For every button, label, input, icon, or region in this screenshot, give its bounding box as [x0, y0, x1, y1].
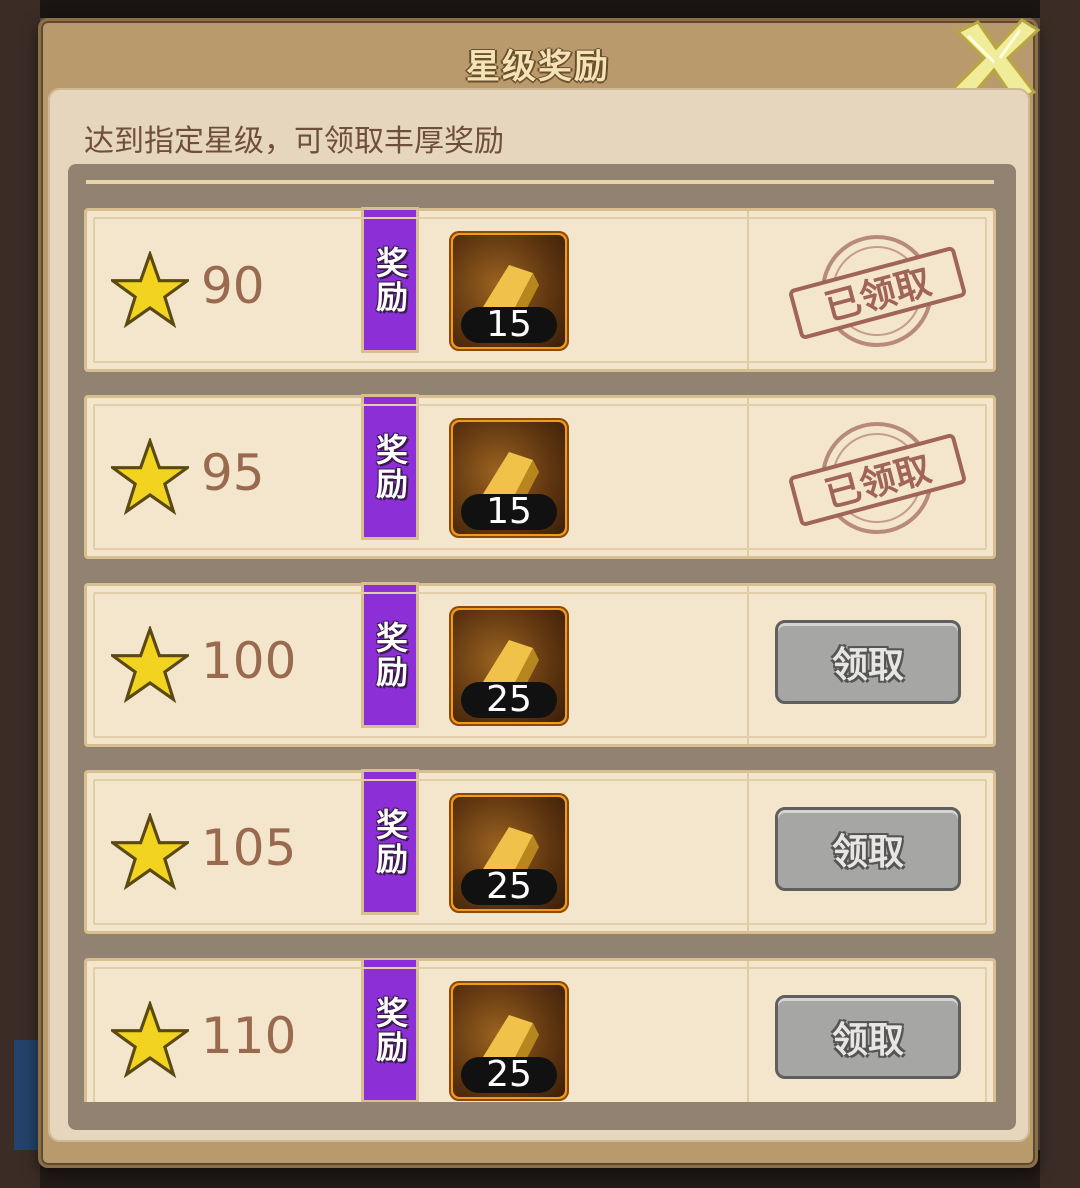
column-divider — [747, 961, 749, 1102]
reward-description: 达到指定星级，可领取丰厚奖励 — [84, 124, 504, 159]
claimed-stamp: 已领取 — [789, 422, 966, 534]
star-icon — [111, 626, 189, 704]
reward-row: 110 奖励 25 领取 — [84, 958, 996, 1102]
item-count: 15 — [461, 307, 557, 343]
reward-row: 100 奖励 25 领取 — [84, 582, 996, 747]
column-divider — [747, 773, 749, 931]
reward-item[interactable]: 25 — [449, 793, 569, 913]
claim-button[interactable]: 领取 — [775, 995, 961, 1079]
required-stars: 105 — [201, 819, 297, 877]
column-divider — [747, 211, 749, 369]
item-count: 15 — [461, 494, 557, 530]
reward-item[interactable]: 15 — [449, 418, 569, 538]
claim-button[interactable]: 领取 — [775, 620, 961, 704]
required-stars: 90 — [201, 257, 265, 315]
reward-tag: 奖励 — [361, 769, 419, 915]
item-count: 25 — [461, 1057, 557, 1093]
reward-tag: 奖励 — [361, 207, 419, 353]
star-icon — [111, 251, 189, 329]
reward-row: 105 奖励 25 领取 — [84, 769, 996, 934]
item-count: 25 — [461, 869, 557, 905]
required-stars: 110 — [201, 1007, 297, 1065]
required-stars: 100 — [201, 632, 297, 690]
reward-tag: 奖励 — [361, 394, 419, 540]
reward-item[interactable]: 25 — [449, 606, 569, 726]
reward-row: 95 奖励 15 已领取 — [84, 394, 996, 559]
column-divider — [747, 398, 749, 556]
required-stars: 95 — [201, 444, 265, 502]
claim-button[interactable]: 领取 — [775, 807, 961, 891]
star-icon — [111, 1001, 189, 1079]
reward-row: 90 奖励 15 已领取 — [84, 207, 996, 372]
reward-tag: 奖励 — [361, 582, 419, 728]
column-divider — [747, 586, 749, 744]
star-icon — [111, 813, 189, 891]
reward-item[interactable]: 25 — [449, 981, 569, 1101]
reward-tag: 奖励 — [361, 958, 419, 1102]
claimed-stamp: 已领取 — [789, 235, 966, 347]
star-icon — [111, 438, 189, 516]
reward-row-clip: 110 奖励 25 领取 — [84, 958, 996, 1102]
item-count: 25 — [461, 682, 557, 718]
reward-item[interactable]: 15 — [449, 231, 569, 351]
dialog-title: 星级奖励 — [466, 47, 610, 87]
list-divider — [86, 180, 994, 184]
